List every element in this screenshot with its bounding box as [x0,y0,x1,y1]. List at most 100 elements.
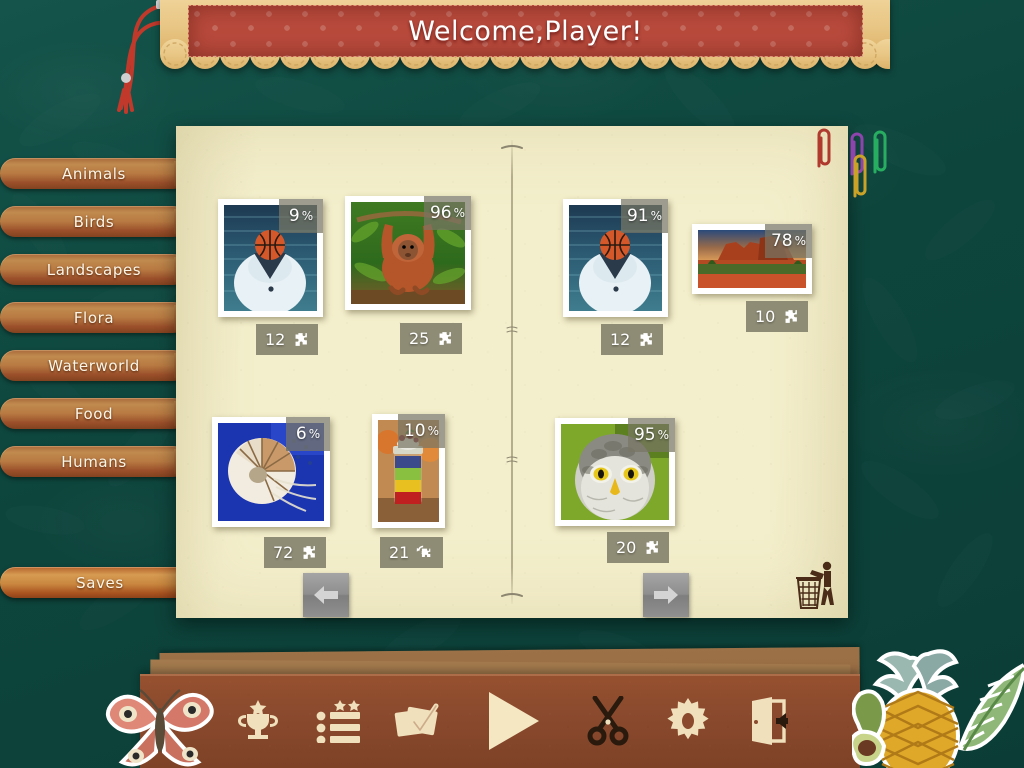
puzzle-progress: 78% [764,224,812,258]
puzzle-thumbnail[interactable]: 78% [692,224,812,294]
progress-unit: % [453,206,465,220]
paperclip-red [817,128,831,168]
book-staple [501,593,523,597]
sidebar-item-humans[interactable]: Humans [0,446,196,477]
star-list-icon [316,700,360,743]
banner-ribbon: Welcome,Player! [188,5,863,57]
puzzle-thumbnail[interactable]: 96% [345,196,471,310]
paperclip-gold [853,154,867,198]
high-scores-button[interactable] [298,674,378,768]
sidebar-item-animals[interactable]: Animals [0,158,196,189]
piece-count: 21 [389,543,410,562]
book-staple [501,145,523,149]
puzzle-progress: 9% [279,199,323,233]
next-page-button[interactable] [643,573,689,617]
progress-value: 10 [403,421,426,441]
progress-value: 6 [295,424,307,444]
trophy-icon [238,700,278,739]
progress-unit: % [657,428,669,442]
puzzle-thumbnail[interactable]: 91% [563,199,668,317]
piece-count: 12 [610,330,631,349]
delete-puzzle-button[interactable] [790,560,840,612]
progress-value: 9 [288,206,300,226]
saves-label: Saves [76,573,124,592]
play-button[interactable] [458,674,568,768]
bottom-toolbar [140,674,860,768]
play-icon [489,692,539,750]
progress-value: 91 [626,206,649,226]
sidebar-item-label: Landscapes [46,260,142,279]
puzzle-piece-count-badge[interactable]: 72 [264,537,327,568]
photo-check-icon [394,703,439,737]
welcome-banner: Welcome,Player! [160,0,890,80]
progress-value: 95 [633,425,656,445]
exit-door-icon [752,697,788,745]
piece-count: 12 [265,330,286,349]
progress-value: 96 [429,203,452,223]
settings-button[interactable] [648,674,728,768]
puzzle-progress: 10% [397,414,445,448]
saves-button[interactable]: Saves [0,567,200,598]
piece-count: 20 [616,538,637,557]
pineapple-body [876,688,960,768]
welcome-title: Welcome,Player! [408,15,643,47]
sidebar-item-label: Food [74,404,114,423]
puzzle-piece-rotate-icon [417,545,431,557]
sidebar-item-landscapes[interactable]: Landscapes [0,254,196,285]
sidebar-item-label: Birds [73,212,115,231]
exit-button[interactable] [728,674,808,768]
scissors-icon [587,696,629,746]
puzzle-thumbnail[interactable]: 95% [555,418,675,526]
puzzle-thumbnail[interactable]: 10% [372,414,445,528]
puzzle-piece-count-badge[interactable]: 25 [400,323,463,354]
progress-value: 78 [770,231,793,251]
progress-unit: % [794,234,806,248]
puzzle-piece-count-badge[interactable]: 12 [256,324,319,355]
trash-icon [796,561,834,609]
book-staple [506,456,518,463]
sidebar-item-label: Waterworld [48,356,140,375]
pineapple-palm-sticker [852,649,1024,768]
cut-pieces-button[interactable] [568,674,648,768]
paperclip-green [873,130,887,174]
puzzle-progress: 95% [627,418,675,452]
book-staple [506,326,518,333]
puzzle-piece-count-badge[interactable]: 10 [746,301,809,332]
puzzle-progress: 96% [423,196,471,230]
piece-count: 25 [409,329,430,348]
puzzle-piece-icon [646,541,659,554]
progress-unit: % [308,427,321,441]
sidebar-item-waterworld[interactable]: Waterworld [0,350,196,381]
piece-count: 72 [273,543,294,562]
sidebar-item-birds[interactable]: Birds [0,206,196,237]
achievements-button[interactable] [218,674,298,768]
puzzle-piece-icon [439,332,452,345]
sidebar-item-label: Flora [73,308,115,327]
puzzle-progress: 91% [620,199,668,233]
palm-leaf-sticker [957,663,1024,751]
book-spine [511,140,513,604]
piece-count: 10 [755,307,776,326]
puzzle-thumbnail[interactable]: 9% [218,199,323,317]
sidebar-item-food[interactable]: Food [0,398,196,429]
puzzle-piece-icon [640,333,653,346]
category-sidebar: Animals Birds Landscapes Flora Waterworl… [0,158,200,494]
puzzle-piece-count-badge[interactable]: 21 [380,537,444,568]
puzzle-piece-icon [785,310,798,323]
puzzle-thumbnail[interactable]: 6% [212,417,330,527]
puzzle-piece-count-badge[interactable]: 20 [607,532,670,563]
puzzle-piece-count-badge[interactable]: 12 [601,324,664,355]
gear-icon [667,698,709,740]
sidebar-item-label: Humans [61,452,127,471]
select-photo-button[interactable] [378,674,458,768]
arrow-right-icon [654,586,678,604]
arrow-left-icon [314,586,338,604]
pineapple-crown [872,649,959,712]
sidebar-item-label: Animals [62,164,126,183]
progress-unit: % [650,209,662,223]
puzzle-progress: 6% [286,417,330,451]
previous-page-button[interactable] [303,573,349,617]
progress-unit: % [301,209,314,223]
sidebar-item-flora[interactable]: Flora [0,302,196,333]
progress-unit: % [427,424,439,438]
